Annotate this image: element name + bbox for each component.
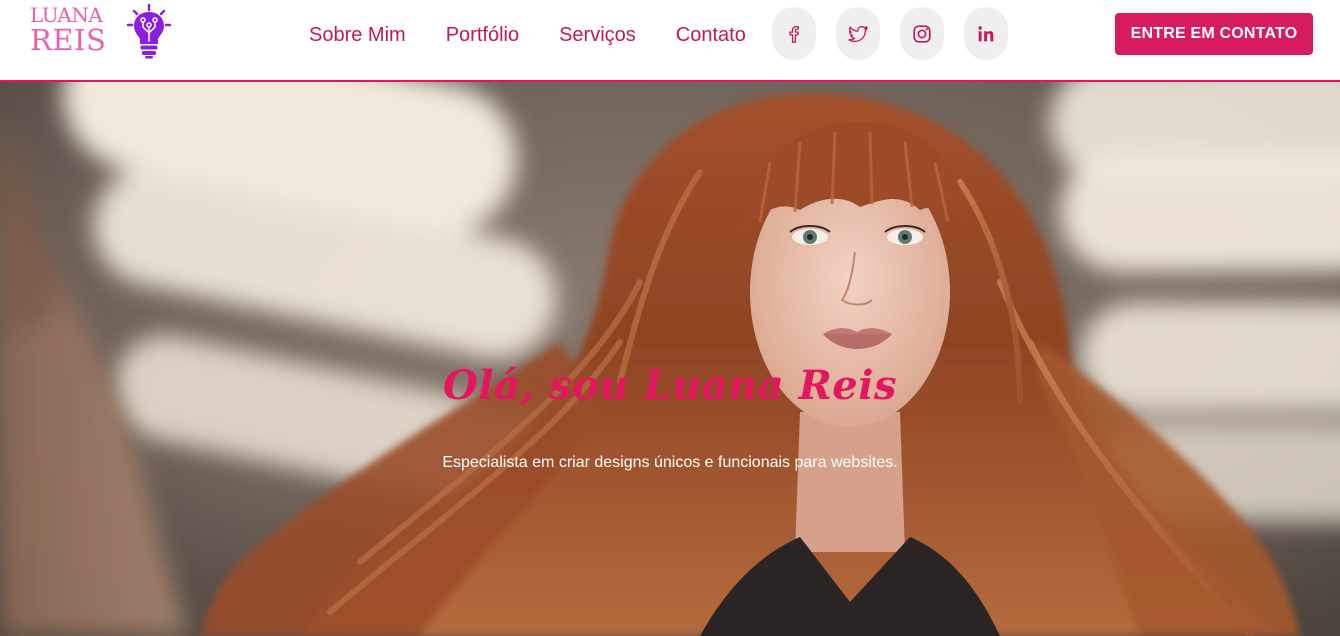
hero-section: Olá, sou Luana Reis Especialista em cria… xyxy=(0,82,1340,636)
nav-link-portfolio[interactable]: Portfólio xyxy=(446,21,519,49)
nav-link-sobre-mim[interactable]: Sobre Mim xyxy=(309,21,406,49)
hero-title: Olá, sou Luana Reis xyxy=(443,362,897,409)
logo-line-second: REIS xyxy=(30,23,107,57)
contact-cta-button[interactable]: ENTRE EM CONTATO xyxy=(1115,13,1313,55)
social-button-twitter[interactable] xyxy=(836,7,880,60)
twitter-icon xyxy=(848,25,868,42)
social-button-instagram[interactable] xyxy=(900,7,944,60)
linkedin-icon xyxy=(978,25,994,41)
social-button-linkedin[interactable] xyxy=(964,7,1008,60)
main-nav: Sobre Mim Portfólio Serviços Contato xyxy=(309,21,746,49)
hero-subtitle: Especialista em criar designs únicos e f… xyxy=(442,454,898,471)
brand-logo[interactable]: LUANA REIS xyxy=(30,3,172,59)
site-header: LUANA REIS Sobre Mim Portfólio Serviços … xyxy=(0,0,1340,82)
instagram-icon xyxy=(913,24,931,43)
nav-link-servicos[interactable]: Serviços xyxy=(559,21,636,49)
social-links xyxy=(772,7,1008,60)
nav-link-contato[interactable]: Contato xyxy=(676,21,746,49)
social-button-facebook[interactable] xyxy=(772,7,816,60)
logo-wordmark: LUANA REIS xyxy=(30,3,130,57)
facebook-icon xyxy=(789,25,799,43)
hero-background-photo xyxy=(0,82,1340,636)
lightbulb-icon xyxy=(126,3,172,59)
